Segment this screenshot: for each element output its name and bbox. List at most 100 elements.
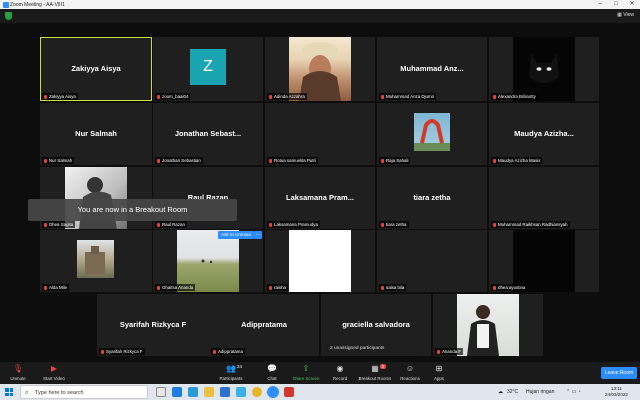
participant-name: Dhea Sagita xyxy=(49,222,74,227)
record-button[interactable]: ◉ Record xyxy=(330,364,350,381)
video-feed xyxy=(177,230,239,292)
participant-tile[interactable]: tiara zetha tiara zetha xyxy=(377,167,487,229)
participant-tile[interactable]: Syarifah Rizkyca F Syarifah Rizkyca F xyxy=(97,294,209,356)
participant-tile[interactable]: salsa bila xyxy=(377,230,487,292)
muted-mic-icon xyxy=(381,285,384,290)
task-view-icon[interactable] xyxy=(156,387,166,397)
meeting-topbar: ▦ View xyxy=(0,9,640,23)
video-off-icon: ▶ xyxy=(50,364,58,373)
minimize-button[interactable]: – xyxy=(592,0,608,9)
profile-picture xyxy=(414,113,450,151)
windows-start-icon[interactable] xyxy=(5,388,13,396)
chat-icon: 💬 xyxy=(267,364,277,373)
participant-display-name: Jonathan Sebast... xyxy=(174,129,242,139)
building-image xyxy=(85,246,105,274)
chat-label: Chat xyxy=(267,376,277,381)
view-label: View xyxy=(623,12,634,18)
share-screen-button[interactable]: ⇧ Share Screen xyxy=(290,364,322,381)
app-icon[interactable] xyxy=(220,387,230,397)
taskbar-search-input[interactable]: ⌕ Type here to search xyxy=(20,385,148,399)
reactions-button[interactable]: ☺ Reactions xyxy=(398,364,422,381)
participant-name: Alexandra Briliantty xyxy=(498,94,536,99)
app-icon[interactable] xyxy=(172,387,182,397)
maximize-button[interactable]: □ xyxy=(608,0,624,9)
participant-display-name: Maudya Azizha... xyxy=(514,129,574,139)
breakout-rooms-button[interactable]: ▦ 2 Breakout Rooms xyxy=(356,364,394,381)
browser-icon[interactable] xyxy=(252,387,262,397)
muted-mic-icon xyxy=(381,94,384,99)
participant-name-label: Rotua samuelita Putri xyxy=(267,157,318,164)
participant-tile[interactable]: Ghaitsa Ananda xyxy=(153,230,263,292)
leave-room-button[interactable]: Leave Room xyxy=(601,367,637,379)
unmute-label: Unmute xyxy=(10,376,26,381)
participant-name-label: raisha xyxy=(267,284,288,291)
participant-name-label: tiara zetha xyxy=(379,221,409,228)
participant-name: Nur Salmah xyxy=(49,158,73,163)
participant-tile[interactable]: Muhammad Anz... Muhammad Anza Djumri xyxy=(377,37,487,101)
participant-name: Maudya Azizha Masis xyxy=(498,158,541,163)
window-titlebar: Zoom Meeting - AA-VIII1 – □ ✕ xyxy=(0,0,640,9)
participant-tile[interactable]: Alexandra Briliantty xyxy=(489,37,599,101)
muted-mic-icon xyxy=(44,285,47,290)
app-icon[interactable] xyxy=(188,387,198,397)
participant-name-label: Maudya Azizha Masis xyxy=(491,157,543,164)
participants-button[interactable]: 👥 24 Participants xyxy=(216,364,246,381)
unassigned-participants-notice[interactable]: 2 unassigned participants xyxy=(325,343,420,355)
participant-name: raisha xyxy=(274,285,286,290)
participant-name: Alda Mile xyxy=(49,285,68,290)
participant-name: Adinda Azzahra xyxy=(274,94,305,99)
participant-name: Ananda F xyxy=(442,349,462,354)
participant-name-label: Nur Salmah xyxy=(42,157,75,164)
participant-tile[interactable]: Adinda Azzahra xyxy=(265,37,375,101)
muted-mic-icon xyxy=(157,94,160,99)
more-options-button[interactable]: ... xyxy=(254,231,262,239)
participant-tile[interactable]: Nur Salmah Nur Salmah xyxy=(40,103,152,165)
muted-mic-icon xyxy=(437,349,440,354)
file-explorer-icon[interactable] xyxy=(204,387,214,397)
video-feed xyxy=(289,37,351,101)
participant-tile[interactable]: Maudya Azizha... Maudya Azizha Masis xyxy=(489,103,599,165)
participant-display-name: Nur Salmah xyxy=(75,129,117,139)
apps-button[interactable]: ⊞ Apps xyxy=(430,364,448,381)
participant-name: Rotua samuelita Putri xyxy=(274,158,316,163)
chat-button[interactable]: 💬 Chat xyxy=(262,364,282,381)
muted-mic-icon xyxy=(101,349,104,354)
video-feed xyxy=(513,37,575,101)
app-icon[interactable] xyxy=(284,387,294,397)
security-shield-icon[interactable] xyxy=(5,12,12,20)
ask-to-unmute-button[interactable]: Ask to Unmute xyxy=(218,231,255,239)
zoom-taskbar-icon[interactable] xyxy=(267,386,279,398)
participant-tile[interactable]: Zakiyya Aisya Zakiyya Aisya xyxy=(40,37,152,101)
record-label: Record xyxy=(332,376,348,381)
participant-name-label: Raul Razan xyxy=(155,221,187,228)
participant-tile[interactable]: Rotua samuelita Putri xyxy=(265,103,375,165)
participant-tile[interactable]: Jonathan Sebast... Jonathan Sebastian xyxy=(153,103,263,165)
participant-name-label: Muhammad Anza Djumri xyxy=(379,93,437,100)
weather-icon[interactable]: ☁ xyxy=(498,384,503,400)
participant-tile[interactable]: Muhammad Raikhsan Radhiansyah xyxy=(489,167,599,229)
participant-tile[interactable]: Raja Sahali xyxy=(377,103,487,165)
app-icon[interactable] xyxy=(236,387,246,397)
muted-mic-icon xyxy=(381,222,384,227)
participant-tile[interactable]: Z zoom_baai04 xyxy=(153,37,263,101)
start-video-button[interactable]: ▶ Start Video xyxy=(38,364,70,381)
muted-mic-icon xyxy=(269,158,272,163)
participant-name: Raul Razan xyxy=(162,222,185,227)
participant-tile[interactable]: dhea ayustina xyxy=(489,230,599,292)
participant-tile[interactable]: raisha xyxy=(265,230,375,292)
view-button[interactable]: ▦ View xyxy=(617,12,634,18)
participant-tile[interactable]: Adippratama Adippratama xyxy=(209,294,319,356)
participant-tile[interactable]: Alda Mile xyxy=(40,230,152,292)
close-window-button[interactable]: ✕ xyxy=(624,0,640,9)
taskbar-clock[interactable]: 13:11 24/03/2022 xyxy=(605,386,628,398)
cat-image xyxy=(529,53,559,83)
participant-tile[interactable]: Ananda F xyxy=(433,294,543,356)
participants-count-badge: 24 xyxy=(237,364,243,369)
participant-name: Adippratama xyxy=(218,349,243,354)
breakout-rooms-label: Breakout Rooms xyxy=(358,376,392,381)
participant-name: dhea ayustina xyxy=(498,285,526,290)
profile-picture xyxy=(77,240,114,278)
network-icon[interactable]: ⌃ ▭ ◔ xyxy=(566,384,581,400)
unmute-button[interactable]: 🎙 Unmute xyxy=(6,364,30,381)
participant-tile[interactable]: Laksamana Pram... Laksamana Pramudya xyxy=(265,167,375,229)
